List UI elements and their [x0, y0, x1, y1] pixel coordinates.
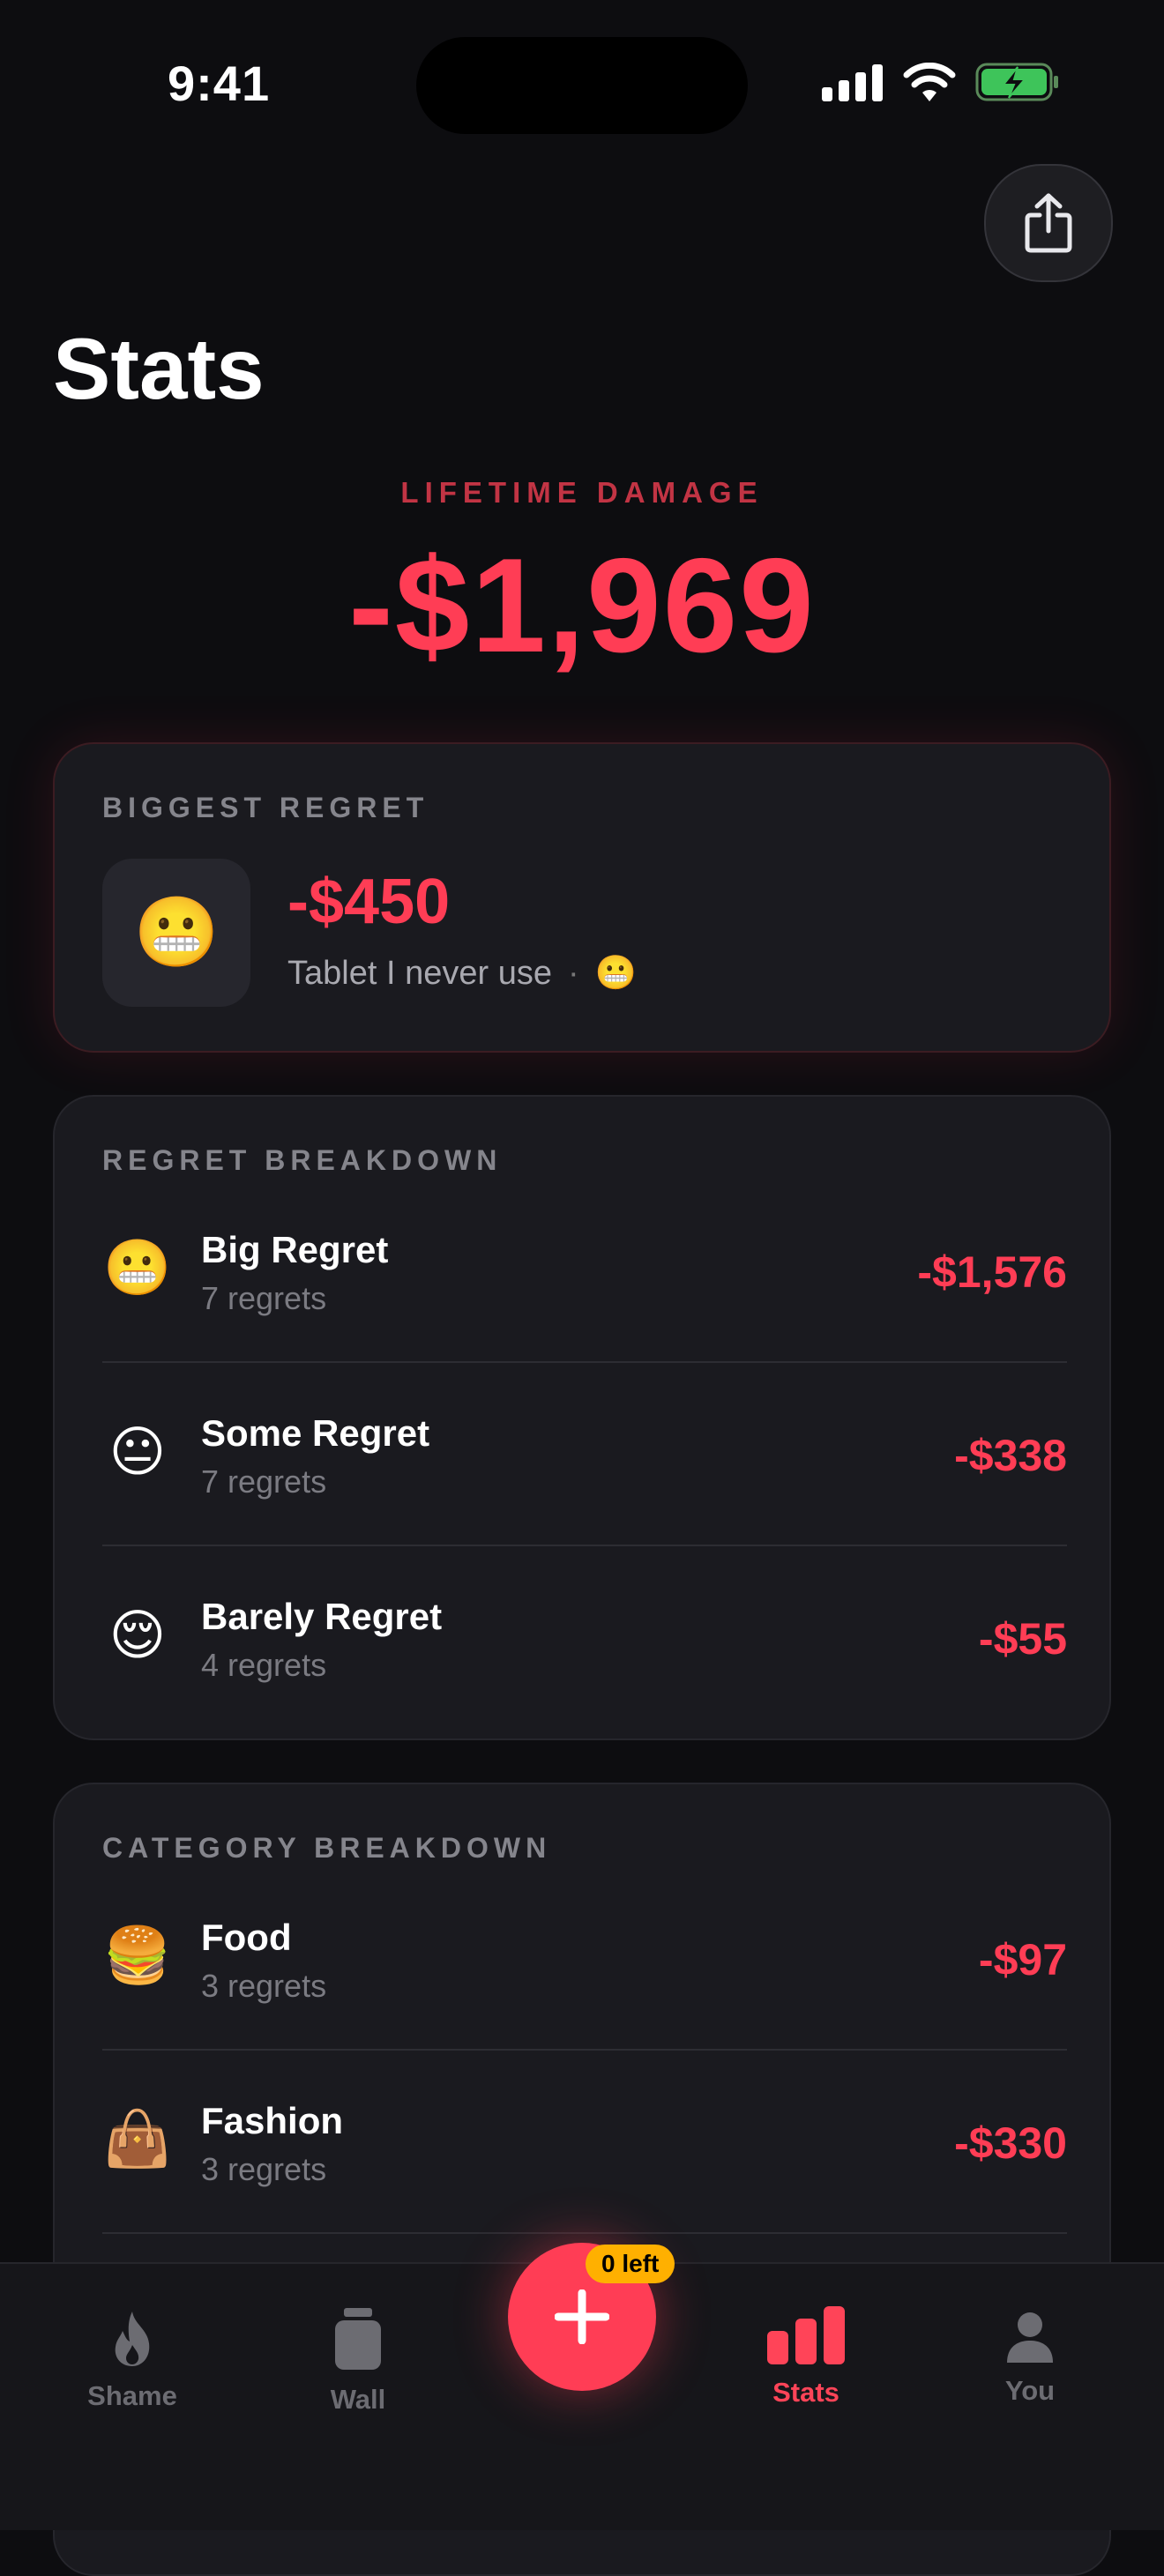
tab-shame[interactable]: Shame	[35, 2310, 229, 2412]
tab-label: Stats	[772, 2377, 839, 2408]
regret-emoji: 😬	[103, 1238, 172, 1299]
biggest-regret-amount: -$450	[287, 867, 451, 937]
regret-emoji: 😌	[108, 1605, 167, 1666]
category-emoji: 🍔	[103, 1925, 172, 1986]
regret-breakdown-label: REGRET BREAKDOWN	[102, 1144, 503, 1176]
tab-wall[interactable]: Wall	[261, 2306, 455, 2416]
share-icon	[1025, 193, 1072, 253]
category-amount: -$97	[978, 1935, 1067, 1984]
regret-count: 4 regrets	[201, 1647, 327, 1683]
biggest-regret-description: Tablet I never use	[287, 955, 552, 992]
regret-level-emoji: 😬	[594, 955, 637, 992]
person-icon	[1007, 2312, 1053, 2363]
regret-row-some[interactable]: 😐 Some Regret 7 regrets -$338	[102, 1372, 1067, 1555]
category-count: 3 regrets	[201, 1968, 327, 2004]
plus-icon	[555, 2289, 609, 2344]
category-name: Food	[201, 1917, 292, 1958]
regret-amount: -$1,576	[917, 1247, 1067, 1297]
divider	[102, 2232, 1067, 2234]
dynamic-island	[416, 37, 748, 134]
page-title: Stats	[53, 320, 265, 417]
category-row-fashion[interactable]: 👜 Fashion 3 regrets -$330	[102, 2059, 1067, 2243]
regret-count: 7 regrets	[201, 1280, 327, 1316]
biggest-regret-label: BIGGEST REGRET	[102, 792, 429, 823]
regret-emoji: 😐	[108, 1422, 167, 1483]
tab-stats[interactable]: Stats	[709, 2306, 903, 2408]
biggest-regret-description-line: Tablet I never use · 😬	[287, 954, 637, 993]
biggest-regret-emoji: 😬	[102, 859, 250, 1007]
regret-count: 7 regrets	[201, 1463, 327, 1500]
status-time: 9:41	[168, 56, 271, 111]
regret-breakdown-card: REGRET BREAKDOWN 😬 Big Regret 7 regrets …	[53, 1095, 1111, 1740]
tab-label: Shame	[87, 2380, 177, 2411]
category-name: Fashion	[201, 2100, 344, 2141]
separator-dot: ·	[567, 955, 579, 992]
tab-label: You	[1004, 2375, 1056, 2406]
category-count: 3 regrets	[201, 2151, 327, 2187]
tab-label: Wall	[330, 2384, 386, 2415]
divider	[102, 1545, 1067, 1546]
biggest-regret-card[interactable]: BIGGEST REGRET 😬 -$450 Tablet I never us…	[53, 742, 1111, 1053]
battery-charging-icon	[975, 63, 1058, 101]
lifetime-damage-label: LIFETIME DAMAGE	[400, 476, 764, 509]
regret-row-barely[interactable]: 😌 Barely Regret 4 regrets -$55	[102, 1555, 1067, 1738]
tab-you[interactable]: You	[933, 2312, 1127, 2407]
regret-name: Big Regret	[201, 1229, 389, 1270]
jar-icon	[335, 2308, 381, 2370]
divider	[102, 2049, 1067, 2051]
category-amount: -$330	[954, 2118, 1067, 2168]
share-button[interactable]	[984, 164, 1113, 282]
regret-name: Barely Regret	[201, 1596, 443, 1637]
regret-amount: -$338	[954, 1431, 1067, 1480]
category-row-food[interactable]: 🍔 Food 3 regrets -$97	[102, 1876, 1067, 2059]
category-emoji: 👜	[103, 2109, 172, 2170]
category-breakdown-label: CATEGORY BREAKDOWN	[102, 1832, 552, 1864]
status-icons	[822, 62, 1060, 102]
divider	[102, 1361, 1067, 1363]
lifetime-damage-value: -$1,969	[348, 531, 816, 681]
flame-icon	[115, 2312, 150, 2366]
regret-name: Some Regret	[201, 1412, 430, 1454]
remaining-count-badge: 0 left	[586, 2245, 675, 2283]
wifi-icon	[903, 63, 956, 101]
bar-chart-icon	[767, 2306, 845, 2364]
regret-amount: -$55	[978, 1614, 1067, 1664]
regret-row-big[interactable]: 😬 Big Regret 7 regrets -$1,576	[102, 1188, 1067, 1372]
cellular-signal-icon	[822, 64, 883, 101]
